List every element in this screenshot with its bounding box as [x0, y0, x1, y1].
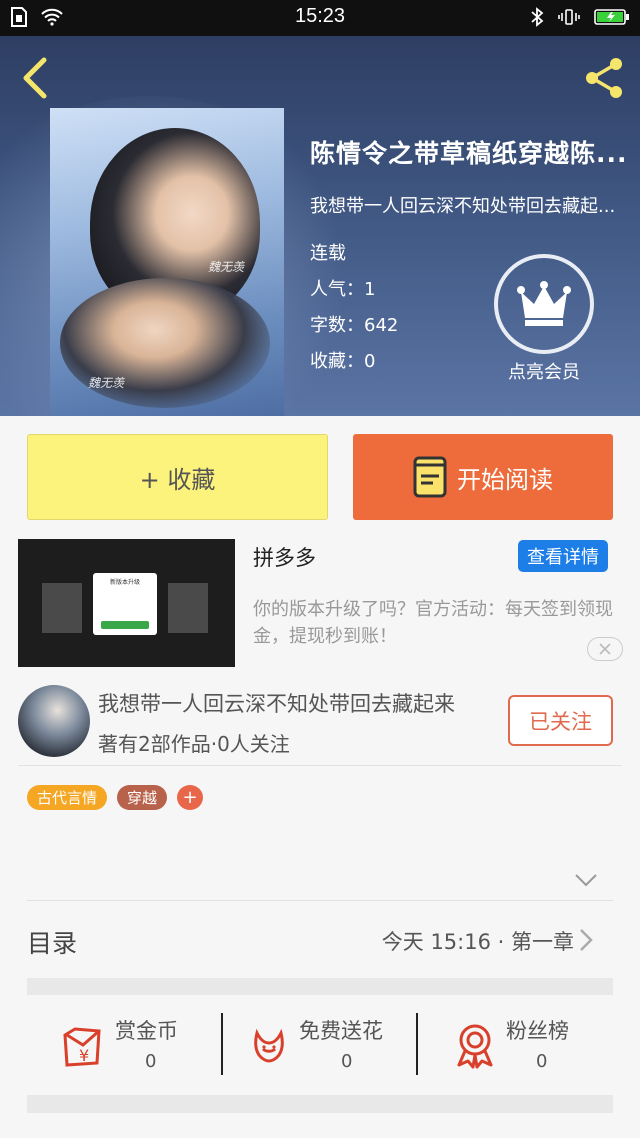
- follow-button[interactable]: 已关注: [508, 695, 613, 746]
- author-avatar[interactable]: [18, 685, 90, 757]
- ad-popup-button: [101, 621, 149, 629]
- catalog-title[interactable]: 目录: [27, 924, 77, 960]
- cover-signature-top: 魏无羡: [208, 260, 245, 274]
- status-right-icons: [530, 7, 630, 27]
- collect-button[interactable]: + 收藏: [27, 434, 328, 520]
- ad-popup-mock: 新版本升级: [93, 573, 157, 635]
- reward-coins-count: 0: [145, 1051, 157, 1072]
- start-reading-label: 开始阅读: [457, 465, 553, 494]
- free-flowers-label: 免费送花: [299, 1019, 383, 1043]
- section-separator: [27, 978, 613, 995]
- expand-button[interactable]: [574, 872, 598, 891]
- catalog-arrow[interactable]: [578, 928, 594, 956]
- red-envelope-icon: ¥: [63, 1027, 101, 1067]
- close-icon: [599, 643, 611, 655]
- book-header: 魏无羡 魏无羡 陈情令之带草稿纸穿越陈... 我想带一人回云深不知处带回去藏起.…: [0, 36, 640, 416]
- medal-icon: [457, 1024, 493, 1069]
- chevron-right-icon: [580, 929, 593, 951]
- battery-icon: [594, 9, 629, 25]
- ad-bg-card-left: [42, 583, 82, 633]
- tag-time-travel[interactable]: 穿越: [117, 785, 168, 810]
- vibrate-icon: [558, 9, 580, 25]
- book-title: 陈情令之带草稿纸穿越陈...: [310, 139, 628, 168]
- free-flowers-count: 0: [341, 1051, 353, 1072]
- add-tag-button[interactable]: +: [177, 785, 204, 810]
- book-cover[interactable]: 魏无羡 魏无羡: [50, 108, 284, 416]
- cover-signature-bottom: 魏无羡: [88, 376, 125, 390]
- reward-coins-item[interactable]: ¥ 赏金币 0: [27, 995, 222, 1095]
- svg-text:¥: ¥: [79, 1046, 89, 1065]
- free-flowers-item[interactable]: 免费送花 0: [223, 995, 417, 1095]
- share-button[interactable]: [580, 54, 628, 102]
- crown-icon: [517, 281, 571, 326]
- stats-bar: ¥ 赏金币 0 免费送花 0 粉丝榜 0: [27, 995, 613, 1095]
- reward-coins-label: 赏金币: [115, 1019, 178, 1043]
- ad-detail-button[interactable]: 查看详情: [518, 540, 608, 572]
- chevron-down-icon: [575, 874, 597, 887]
- ad-image[interactable]: 新版本升级: [18, 539, 235, 667]
- chevron-left-icon: [23, 57, 47, 99]
- ad-popup-title: 新版本升级: [109, 579, 140, 586]
- vip-label: 点亮会员: [508, 362, 580, 383]
- author-stats: 著有2部作品·0人关注: [98, 732, 290, 756]
- catalog-latest-chapter[interactable]: 今天 15:16 · 第一章: [382, 926, 574, 956]
- start-reading-button[interactable]: 开始阅读: [353, 434, 613, 520]
- fan-ranking-label: 粉丝榜: [506, 1019, 569, 1043]
- back-button[interactable]: [18, 56, 54, 100]
- author-name[interactable]: 我想带一人回云深不知处带回去藏起来: [98, 688, 455, 718]
- status-bar: 15:23: [0, 0, 640, 36]
- share-icon: [586, 58, 622, 98]
- bluetooth-icon: [531, 7, 544, 27]
- ad-description: 你的版本升级了吗？官方活动：每天签到领现金，提现秒到账！: [253, 599, 613, 647]
- book-icon: [413, 456, 447, 498]
- fan-ranking-count: 0: [536, 1051, 548, 1072]
- vip-badge: [494, 254, 594, 354]
- vip-button[interactable]: 点亮会员: [492, 254, 596, 384]
- divider: [27, 900, 613, 901]
- ad-bg-card-right: [168, 583, 208, 633]
- fan-ranking-item[interactable]: 粉丝榜 0: [418, 995, 613, 1095]
- flower-icon: [254, 1028, 284, 1063]
- book-author[interactable]: 我想带一人回云深不知处带回去藏起...: [310, 192, 640, 218]
- ad-title: 拼多多: [253, 546, 316, 570]
- tag-list: 古代言情 穿越 +: [27, 785, 204, 810]
- section-separator: [27, 1095, 613, 1113]
- tag-ancient-romance[interactable]: 古代言情: [27, 785, 108, 810]
- ad-close-button[interactable]: [587, 637, 623, 661]
- divider: [18, 765, 622, 766]
